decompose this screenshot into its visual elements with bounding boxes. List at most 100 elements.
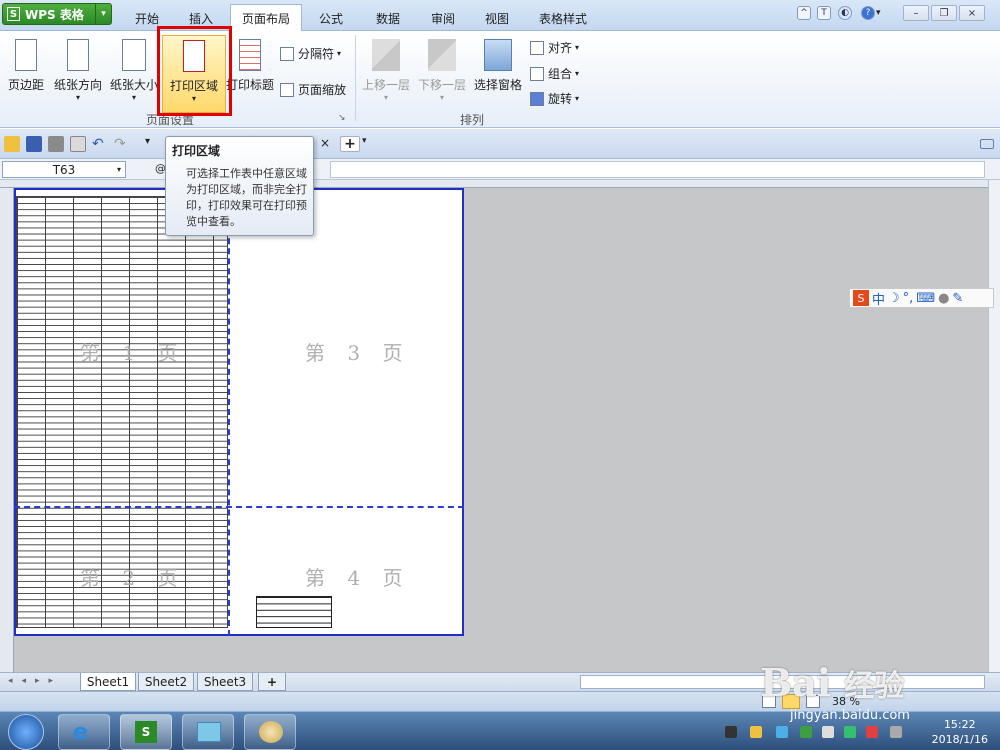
column-headers[interactable] [0,180,988,188]
restore-button[interactable]: ❐ [931,5,957,21]
tray-monitor-icon[interactable] [890,726,902,738]
tab-data[interactable]: 数据 [362,6,414,31]
paper-size-button[interactable]: 纸张大小 ▾ [110,37,158,102]
send-backward-button[interactable]: 下移一层 ▾ [418,37,466,102]
notebook-icon [197,722,221,742]
tab-formulas[interactable]: 公式 [306,6,356,31]
share-icon[interactable]: ◐ [838,6,852,20]
rotate-label: 旋转 [548,92,573,106]
tray-keyboard-icon[interactable] [725,726,737,738]
print-titles-button[interactable]: 打印标题 [226,37,274,93]
notebook-taskbar-button[interactable] [182,714,234,750]
print-area-tooltip: 打印区域 可选择工作表中任意区域为打印区域，而非完全打印，打印效果可在打印预览中… [165,136,314,236]
selection-pane-button[interactable]: 选择窗格 [474,37,522,93]
breaks-chevron-icon[interactable]: ▾ [337,49,341,58]
tab-review[interactable]: 审阅 [418,6,468,31]
page-1-label: 第 1 页 [80,341,186,365]
page-setup-launcher-icon[interactable]: ↘ [338,113,346,123]
tab-list-chevron-icon[interactable]: ▾ [362,136,378,152]
wrench-icon[interactable]: ✎ [952,291,963,306]
align-button[interactable]: 对齐 ▾ [530,39,579,56]
rotate-button[interactable]: 旋转 ▾ [530,90,579,107]
name-box-chevron-icon[interactable]: ▾ [117,165,121,174]
tray-volume-icon[interactable] [822,726,834,738]
save-icon[interactable] [26,136,42,152]
chevron-down-icon[interactable]: ▾ [95,4,111,24]
tray-360-icon[interactable] [844,726,856,738]
sheet-tab-1[interactable]: Sheet1 [80,673,136,691]
rotate-icon [530,91,544,106]
paint-icon [259,721,283,743]
baidu-watermark: Bai 经验 [760,660,904,705]
page-scale-button[interactable]: 页面缩放 [280,81,346,98]
add-sheet-plus-icon[interactable]: + [258,673,286,691]
margins-button[interactable]: 页边距 [8,37,44,93]
orientation-chevron-icon[interactable]: ▾ [76,93,80,102]
ie-taskbar-button[interactable]: e [58,714,110,750]
orientation-label: 纸张方向 [54,78,103,92]
minimize-button[interactable]: – [903,5,929,21]
start-button[interactable] [8,714,44,750]
wps-taskbar-button[interactable]: S [120,714,172,750]
moon-icon[interactable]: ☽ [888,291,900,306]
sheet-nav-arrows-icon[interactable]: ◂◂▸▸ [8,676,62,686]
name-box[interactable]: T63 ▾ [2,161,126,178]
tray-vpn-icon[interactable] [776,726,788,738]
tray-shield-icon[interactable] [750,726,762,738]
horizontal-page-break[interactable] [14,506,464,508]
help-icon[interactable]: ? [861,6,875,20]
bring-forward-chevron-icon[interactable]: ▾ [384,93,388,102]
vertical-scrollbar[interactable] [988,180,1000,672]
ime-toolbar[interactable]: S 中 ☽ °, ⌨ ● ✎ [849,288,994,308]
formula-input[interactable] [330,161,985,178]
sheet-tab-2[interactable]: Sheet2 [138,673,194,691]
tab-table-style[interactable]: 表格样式 [528,6,598,31]
vertical-page-break[interactable] [228,188,230,636]
system-clock[interactable]: 15:22 2018/1/16 [932,717,988,747]
margins-label: 页边距 [8,78,45,92]
tab-page-layout[interactable]: 页面布局 [230,4,302,32]
bring-forward-button[interactable]: 上移一层 ▾ [362,37,410,102]
undo-icon[interactable]: ↶ [92,136,108,152]
punctuation-icon[interactable]: °, [903,291,914,306]
help-chevron-icon[interactable]: ▾ [876,8,881,18]
user-icon[interactable]: ● [938,291,949,306]
print-icon[interactable] [48,136,64,152]
orientation-button[interactable]: 纸张方向 ▾ [54,37,102,102]
rotate-chevron-icon[interactable]: ▾ [575,94,579,103]
selection-pane-label: 选择窗格 [474,78,523,92]
app-menu-button[interactable]: S WPS 表格 ▾ [2,3,112,25]
group-objects-chevron-icon[interactable]: ▾ [575,69,579,78]
keyboard-icon[interactable]: ⌨ [916,291,935,306]
tray-network-icon[interactable] [800,726,812,738]
ime-mode[interactable]: 中 [872,289,885,308]
group-objects-icon [530,66,544,81]
ie-icon: e [73,720,88,745]
ribbon: 页边距 纸张方向 ▾ 纸张大小 ▾ 打印区域 ▾ 打印标题 分隔符 ▾ 页面缩放… [0,31,1000,128]
close-button[interactable]: × [959,5,985,21]
redo-icon[interactable]: ↷ [114,136,130,152]
row-headers[interactable] [0,188,14,672]
print-preview-icon[interactable] [70,136,86,152]
skin-icon[interactable]: T [817,6,831,20]
customize-toolbar-icon[interactable]: ▾ [145,136,161,152]
open-icon[interactable] [4,136,20,152]
paint-taskbar-button[interactable] [244,714,296,750]
send-backward-icon [428,39,456,71]
collapse-ribbon-icon[interactable]: ^ [797,6,811,20]
tab-layout-icon[interactable] [980,139,994,149]
annotation-highlight-box [157,26,232,116]
send-backward-chevron-icon[interactable]: ▾ [440,93,444,102]
close-doc-tab-icon[interactable]: × [320,136,336,152]
selection-pane-icon [484,39,512,71]
paper-size-chevron-icon[interactable]: ▾ [132,93,136,102]
breaks-button[interactable]: 分隔符 ▾ [280,45,341,62]
group-separator [355,35,356,121]
tray-flag-icon[interactable] [866,726,878,738]
small-table-grid[interactable] [256,596,332,628]
new-tab-plus-icon[interactable]: + [340,136,360,152]
sheet-tab-3[interactable]: Sheet3 [197,673,253,691]
group-objects-button[interactable]: 组合 ▾ [530,65,579,82]
tab-view[interactable]: 视图 [472,6,522,31]
align-chevron-icon[interactable]: ▾ [575,43,579,52]
